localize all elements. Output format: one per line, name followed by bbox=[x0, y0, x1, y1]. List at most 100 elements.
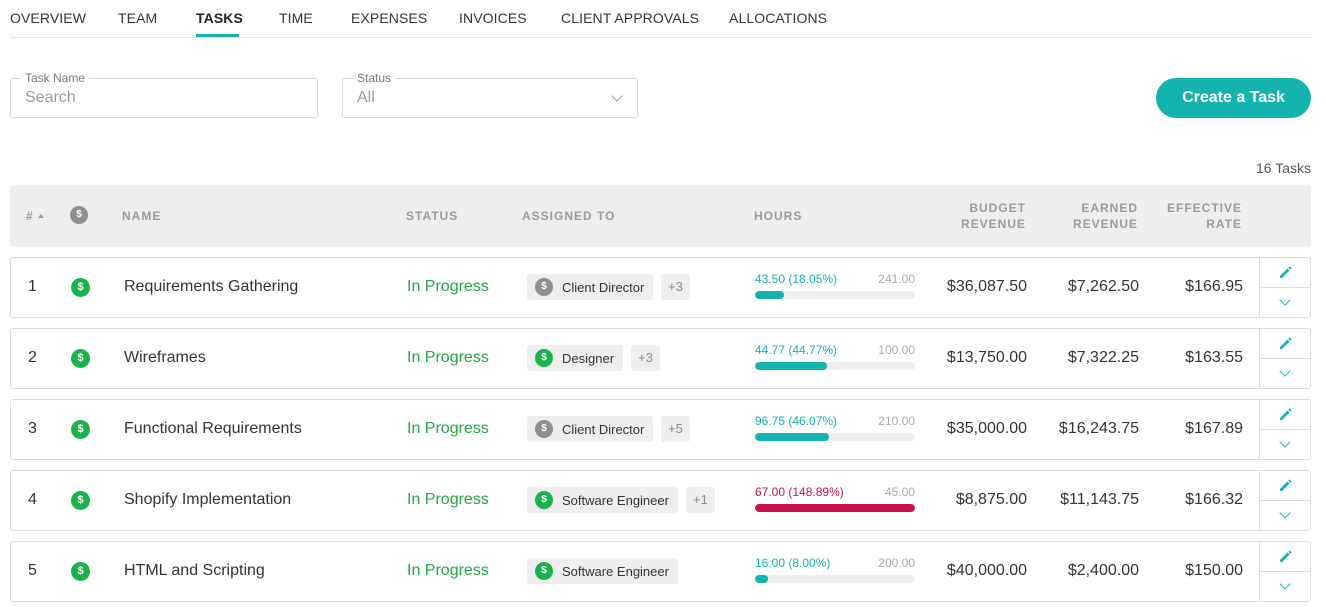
hours-progress-bar bbox=[755, 504, 915, 512]
tab-tasks[interactable]: TASKS bbox=[196, 10, 243, 26]
task-name[interactable]: Functional Requirements bbox=[124, 420, 302, 438]
role-billable-icon: $ bbox=[535, 349, 553, 367]
budget-header-line1: BUDGET bbox=[969, 201, 1026, 215]
tab-allocations[interactable]: ALLOCATIONS bbox=[729, 10, 827, 26]
hours-progress-fill bbox=[755, 575, 768, 583]
task-row[interactable]: 1 $ Requirements Gathering In Progress $… bbox=[10, 257, 1311, 318]
effective-rate: $163.55 bbox=[1185, 349, 1243, 366]
tab-time[interactable]: TIME bbox=[279, 10, 313, 26]
task-row[interactable]: 3 $ Functional Requirements In Progress … bbox=[10, 399, 1311, 460]
chevron-down-icon bbox=[1279, 578, 1291, 590]
task-number: 5 bbox=[28, 562, 37, 579]
chevron-down-icon bbox=[1279, 294, 1291, 306]
expand-row-button[interactable] bbox=[1260, 359, 1311, 388]
task-status: In Progress bbox=[407, 491, 489, 508]
task-number: 4 bbox=[28, 491, 37, 508]
role-billable-icon: $ bbox=[535, 491, 553, 509]
assigned-role-chip[interactable]: $ Software Engineer bbox=[527, 558, 678, 584]
edit-task-button[interactable] bbox=[1260, 329, 1311, 358]
assigned-role-chip[interactable]: $ Client Director bbox=[527, 274, 654, 300]
pencil-icon bbox=[1280, 550, 1292, 562]
role-billable-icon: $ bbox=[535, 562, 553, 580]
budget-revenue: $8,875.00 bbox=[955, 491, 1027, 508]
expand-row-button[interactable] bbox=[1260, 288, 1311, 317]
task-number: 2 bbox=[28, 349, 37, 366]
billable-icon: $ bbox=[71, 491, 90, 510]
tab-invoices[interactable]: INVOICES bbox=[459, 10, 527, 26]
pencil-icon bbox=[1280, 408, 1292, 420]
column-assigned-header[interactable]: ASSIGNED TO bbox=[522, 208, 615, 224]
more-assignees-chip[interactable]: +1 bbox=[686, 487, 715, 513]
more-assignees-chip[interactable]: +3 bbox=[631, 345, 660, 371]
task-number: 3 bbox=[28, 420, 37, 437]
assigned-role-chip[interactable]: $ Designer bbox=[527, 345, 624, 371]
effective-rate: $166.32 bbox=[1185, 491, 1243, 508]
expand-row-button[interactable] bbox=[1260, 572, 1311, 601]
create-task-button[interactable]: Create a Task bbox=[1156, 78, 1311, 118]
status-selected-value: All bbox=[357, 89, 375, 106]
task-name-label: Task Name bbox=[21, 71, 90, 85]
hours-progress-fill bbox=[755, 291, 784, 299]
more-assignees-chip[interactable]: +3 bbox=[661, 274, 690, 300]
column-number-label: # bbox=[26, 209, 34, 223]
active-tab-indicator bbox=[196, 34, 239, 37]
earned-header-line2: REVENUE bbox=[1072, 217, 1138, 231]
expand-row-button[interactable] bbox=[1260, 501, 1311, 530]
budget-revenue: $40,000.00 bbox=[946, 562, 1027, 579]
task-row[interactable]: 5 $ HTML and Scripting In Progress $ Sof… bbox=[10, 541, 1311, 602]
assigned-role-chip[interactable]: $ Software Engineer bbox=[527, 487, 678, 513]
chevron-down-icon bbox=[1279, 436, 1291, 448]
hours-progress-fill bbox=[755, 504, 915, 512]
column-number-header[interactable]: # bbox=[26, 208, 44, 224]
edit-task-button[interactable] bbox=[1260, 471, 1311, 500]
task-row[interactable]: 2 $ Wireframes In Progress $ Designer +3… bbox=[10, 328, 1311, 389]
edit-task-button[interactable] bbox=[1260, 400, 1311, 429]
task-name-search-field[interactable]: Task Name Search bbox=[10, 71, 318, 118]
role-name: Designer bbox=[562, 350, 615, 366]
chevron-down-icon bbox=[1279, 507, 1291, 519]
column-hours-header[interactable]: HOURS bbox=[754, 208, 802, 224]
edit-task-button[interactable] bbox=[1260, 258, 1311, 287]
earned-header-line1: EARNED bbox=[1081, 201, 1138, 215]
tab-client-approvals[interactable]: CLIENT APPROVALS bbox=[561, 10, 699, 26]
status-select[interactable]: Status All bbox=[342, 71, 638, 118]
task-status: In Progress bbox=[407, 420, 489, 437]
billable-icon: $ bbox=[71, 278, 90, 297]
task-name[interactable]: Requirements Gathering bbox=[124, 278, 298, 296]
table-header: # $ NAME STATUS ASSIGNED TO HOURS BUDGET… bbox=[10, 185, 1311, 247]
task-name[interactable]: Wireframes bbox=[124, 349, 206, 367]
hours-progress-bar bbox=[755, 362, 915, 370]
role-billable-icon: $ bbox=[535, 278, 553, 296]
task-row[interactable]: 4 $ Shopify Implementation In Progress $… bbox=[10, 470, 1311, 531]
assigned-role-chip[interactable]: $ Client Director bbox=[527, 416, 654, 442]
tab-expenses[interactable]: EXPENSES bbox=[351, 10, 427, 26]
task-name[interactable]: HTML and Scripting bbox=[124, 562, 265, 580]
role-name: Client Director bbox=[562, 279, 645, 295]
task-name[interactable]: Shopify Implementation bbox=[124, 491, 291, 509]
column-effective-rate-header[interactable]: EFFECTIVE RATE bbox=[1142, 200, 1242, 232]
role-billable-icon: $ bbox=[535, 420, 553, 438]
billable-column-icon: $ bbox=[70, 206, 88, 224]
sort-ascending-icon bbox=[37, 214, 44, 218]
more-assignees-chip[interactable]: +5 bbox=[661, 416, 690, 442]
billable-icon: $ bbox=[71, 562, 90, 581]
row-actions bbox=[1259, 329, 1311, 388]
role-name: Client Director bbox=[562, 421, 645, 437]
tab-team[interactable]: TEAM bbox=[118, 10, 157, 26]
expand-row-button[interactable] bbox=[1260, 430, 1311, 459]
hours-progress-bar bbox=[755, 433, 915, 441]
column-budget-revenue-header[interactable]: BUDGET REVENUE bbox=[926, 200, 1026, 232]
rate-header-line1: EFFECTIVE bbox=[1166, 201, 1242, 215]
project-tabs: OVERVIEW TEAM TASKS TIME EXPENSES INVOIC… bbox=[10, 0, 1311, 38]
hours-progress-fill bbox=[755, 433, 829, 441]
budget-revenue: $35,000.00 bbox=[946, 420, 1027, 437]
column-earned-revenue-header[interactable]: EARNED REVENUE bbox=[1038, 200, 1138, 232]
hours-progress-fill bbox=[755, 362, 827, 370]
pencil-icon bbox=[1280, 337, 1292, 349]
effective-rate: $166.95 bbox=[1185, 278, 1243, 295]
column-status-header[interactable]: STATUS bbox=[406, 208, 458, 224]
tab-overview[interactable]: OVERVIEW bbox=[10, 10, 86, 26]
column-name-header[interactable]: NAME bbox=[122, 208, 161, 224]
pencil-icon bbox=[1280, 479, 1292, 491]
edit-task-button[interactable] bbox=[1260, 542, 1311, 571]
